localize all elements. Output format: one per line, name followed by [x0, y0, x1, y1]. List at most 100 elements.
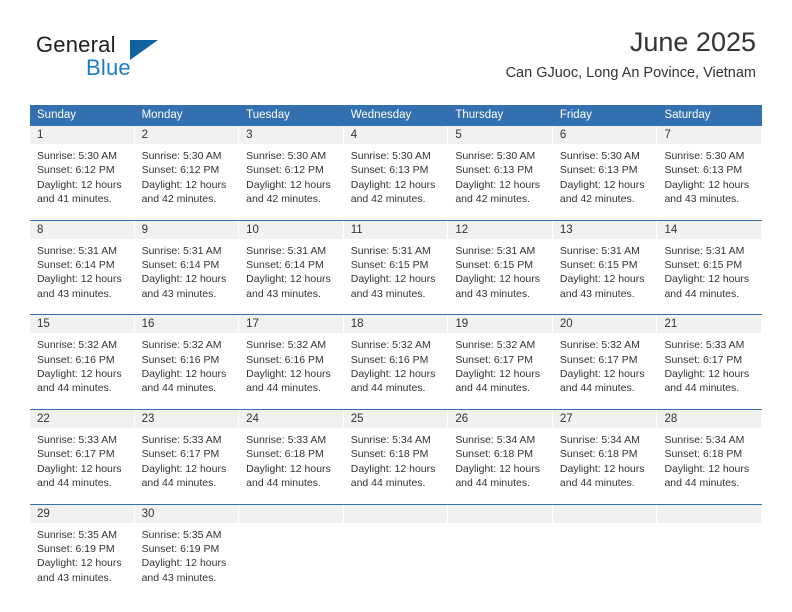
day-detail-line: Sunset: 6:13 PM: [664, 164, 743, 177]
day-details: Sunrise: 5:32 AM Sunset: 6:16 PM Daylight:…: [30, 333, 135, 402]
day-cell[interactable]: 5 Sunrise: 5:30 AM Sunset: 6:13 PM Daylight…: [448, 126, 553, 213]
day-cell[interactable]: 29 Sunrise: 5:35 AM Sunset: 6:19 PM Dayligh…: [30, 504, 135, 592]
day-cell[interactable]: 14 Sunrise: 5:31 AM Sunset: 6:15 PM Dayligh…: [657, 220, 763, 308]
page-title: June 2025: [629, 27, 756, 57]
day-detail-line: Sunset: 6:18 PM: [455, 448, 533, 461]
day-cell[interactable]: 7 Sunrise: 5:30 AM Sunset: 6:13 PM Daylight…: [657, 126, 763, 213]
day-detail-line: and 44 minutes.: [664, 287, 740, 300]
day-details: Sunrise: 5:33 AM Sunset: 6:17 PM Daylight:…: [135, 428, 240, 497]
day-cell[interactable]: 20 Sunrise: 5:32 AM Sunset: 6:17 PM Dayligh…: [552, 315, 658, 402]
day-number: 20: [559, 318, 573, 331]
day-detail-line: Sunrise: 5:34 AM: [664, 433, 745, 446]
day-cell[interactable]: 18 Sunrise: 5:32 AM Sunset: 6:16 PM Dayligh…: [343, 315, 449, 402]
day-detail-line: Daylight: 12 hours: [37, 462, 122, 475]
day-detail-line: Daylight: 12 hours: [141, 462, 227, 475]
day-cell[interactable]: 25 Sunrise: 5:34 AM Sunset: 6:18 PM Dayligh…: [343, 409, 449, 497]
page-subtitle: Can GJuoc, Long An Povince, Vietnam: [505, 65, 756, 81]
day-number: 1: [37, 129, 44, 141]
day-cell[interactable]: 16 Sunrise: 5:32 AM Sunset: 6:16 PM Dayligh…: [134, 315, 240, 402]
day-cell[interactable]: 15 Sunrise: 5:32 AM Sunset: 6:16 PM Dayligh…: [30, 315, 135, 402]
day-details: Sunrise: 5:34 AM Sunset: 6:18 PM Daylight:…: [553, 428, 658, 497]
day-number: 6: [559, 129, 567, 141]
day-detail-line: Sunrise: 5:31 AM: [141, 244, 222, 257]
day-detail-line: and 44 minutes.: [455, 382, 531, 395]
day-cell[interactable]: 4 Sunrise: 5:30 AM Sunset: 6:13 PM Daylight…: [343, 126, 449, 213]
day-number-band: 1: [30, 126, 135, 144]
day-number: 11: [350, 223, 363, 236]
day-cell[interactable]: 17 Sunrise: 5:32 AM Sunset: 6:16 PM Dayligh…: [239, 315, 344, 402]
day-cell[interactable]: 21 Sunrise: 5:33 AM Sunset: 6:17 PM Dayligh…: [657, 315, 763, 402]
day-cell[interactable]: 8 Sunrise: 5:31 AM Sunset: 6:14 PM Daylight…: [30, 220, 135, 308]
day-details: Sunrise: 5:34 AM Sunset: 6:18 PM Daylight:…: [448, 428, 553, 497]
week-cells: 15 Sunrise: 5:32 AM Sunset: 6:16 PM Dayligh…: [30, 315, 763, 402]
day-cell[interactable]: 27 Sunrise: 5:34 AM Sunset: 6:18 PM Dayligh…: [552, 409, 658, 497]
day-details: Sunrise: 5:30 AM Sunset: 6:12 PM Daylight:…: [135, 144, 240, 213]
day-cell[interactable]: 26 Sunrise: 5:34 AM Sunset: 6:18 PM Dayligh…: [448, 409, 553, 497]
day-detail-line: Daylight: 12 hours: [664, 178, 750, 191]
day-cell[interactable]: 13 Sunrise: 5:31 AM Sunset: 6:15 PM Dayligh…: [552, 220, 658, 308]
calendar-week-row: 22 Sunrise: 5:33 AM Sunset: 6:17 PM Dayligh…: [30, 408, 763, 497]
day-number: 29: [37, 507, 50, 520]
logo[interactable]: General Blue: [36, 32, 236, 88]
day-detail-line: and 44 minutes.: [350, 382, 426, 395]
day-cell[interactable]: 23 Sunrise: 5:33 AM Sunset: 6:17 PM Dayligh…: [134, 409, 240, 497]
day-cell[interactable]: 19 Sunrise: 5:32 AM Sunset: 6:17 PM Dayligh…: [448, 315, 553, 402]
day-details: Sunrise: 5:33 AM Sunset: 6:18 PM Daylight:…: [239, 428, 344, 497]
day-number: 17: [246, 318, 259, 331]
day-detail-line: and 42 minutes.: [559, 193, 635, 206]
day-cell[interactable]: 3 Sunrise: 5:30 AM Sunset: 6:12 PM Daylight…: [239, 126, 344, 213]
day-detail-line: and 44 minutes.: [141, 382, 217, 395]
day-cell[interactable]: 10 Sunrise: 5:31 AM Sunset: 6:14 PM Dayligh…: [239, 220, 344, 308]
day-detail-line: Sunrise: 5:30 AM: [664, 150, 745, 162]
day-number: 10: [246, 223, 259, 236]
day-cell[interactable]: 28 Sunrise: 5:34 AM Sunset: 6:18 PM Dayligh…: [657, 409, 763, 497]
day-detail-line: Daylight: 12 hours: [455, 368, 540, 381]
day-cell[interactable]: 6 Sunrise: 5:30 AM Sunset: 6:13 PM Daylight…: [552, 126, 658, 213]
day-detail-line: and 44 minutes.: [246, 477, 321, 490]
day-details: Sunrise: 5:35 AM Sunset: 6:19 PM Daylight:…: [135, 523, 240, 592]
day-cell[interactable]: 24 Sunrise: 5:33 AM Sunset: 6:18 PM Dayligh…: [239, 409, 344, 497]
day-detail-line: Sunset: 6:14 PM: [246, 259, 324, 272]
day-details: [448, 523, 553, 589]
day-detail-line: and 42 minutes.: [350, 193, 426, 206]
day-detail-line: Daylight: 12 hours: [37, 557, 122, 570]
day-number: 28: [664, 412, 678, 425]
weekday-header-row: Sunday Monday Tuesday Wednesday Thursday Frid…: [30, 105, 762, 126]
day-cell[interactable]: 22 Sunrise: 5:33 AM Sunset: 6:17 PM Dayligh…: [30, 409, 135, 497]
day-detail-line: Daylight: 12 hours: [246, 273, 331, 286]
day-detail-line: Sunset: 6:17 PM: [664, 353, 743, 366]
day-number: 4: [350, 129, 358, 141]
day-detail-line: and 43 minutes.: [246, 287, 321, 300]
day-detail-line: Daylight: 12 hours: [141, 273, 227, 286]
day-detail-line: and 44 minutes.: [350, 477, 426, 490]
day-detail-line: Sunrise: 5:32 AM: [37, 339, 117, 352]
day-detail-line: and 43 minutes.: [141, 287, 217, 300]
day-cell-empty: [343, 504, 449, 592]
day-detail-line: and 43 minutes.: [37, 571, 112, 584]
day-details: Sunrise: 5:30 AM Sunset: 6:13 PM Daylight:…: [448, 144, 553, 213]
day-detail-line: Sunrise: 5:32 AM: [455, 339, 536, 352]
day-cell[interactable]: 1 Sunrise: 5:30 AM Sunset: 6:12 PM Daylight…: [30, 126, 135, 213]
day-number-band: 5: [448, 126, 553, 144]
calendar-week-row: 29 Sunrise: 5:35 AM Sunset: 6:19 PM Dayligh…: [30, 503, 763, 592]
day-details: Sunrise: 5:30 AM Sunset: 6:13 PM Daylight:…: [344, 144, 449, 213]
day-detail-line: Daylight: 12 hours: [141, 557, 227, 570]
day-details: Sunrise: 5:35 AM Sunset: 6:19 PM Daylight:…: [30, 523, 135, 592]
day-cell[interactable]: 9 Sunrise: 5:31 AM Sunset: 6:14 PM Daylight…: [134, 220, 240, 308]
day-detail-line: Daylight: 12 hours: [246, 462, 331, 475]
day-cell[interactable]: 30 Sunrise: 5:35 AM Sunset: 6:19 PM Dayligh…: [134, 504, 240, 592]
day-detail-line: Sunrise: 5:30 AM: [246, 150, 327, 162]
day-cell[interactable]: 12 Sunrise: 5:31 AM Sunset: 6:15 PM Dayligh…: [448, 220, 553, 308]
day-detail-line: Sunrise: 5:30 AM: [37, 150, 117, 162]
day-number-band: 19: [448, 315, 553, 334]
day-detail-line: Sunset: 6:13 PM: [350, 164, 429, 177]
day-cell[interactable]: 11 Sunrise: 5:31 AM Sunset: 6:15 PM Dayligh…: [343, 220, 449, 308]
day-number: 12: [455, 223, 469, 236]
day-cell[interactable]: 2 Sunrise: 5:30 AM Sunset: 6:12 PM Daylight…: [134, 126, 240, 213]
day-number: 21: [664, 318, 678, 331]
day-detail-line: and 44 minutes.: [455, 477, 531, 490]
day-number: 23: [141, 412, 155, 425]
day-detail-line: Sunrise: 5:33 AM: [664, 339, 745, 352]
day-number-band: [552, 504, 658, 523]
weekday-header-wednesday: Wednesday: [350, 109, 412, 121]
